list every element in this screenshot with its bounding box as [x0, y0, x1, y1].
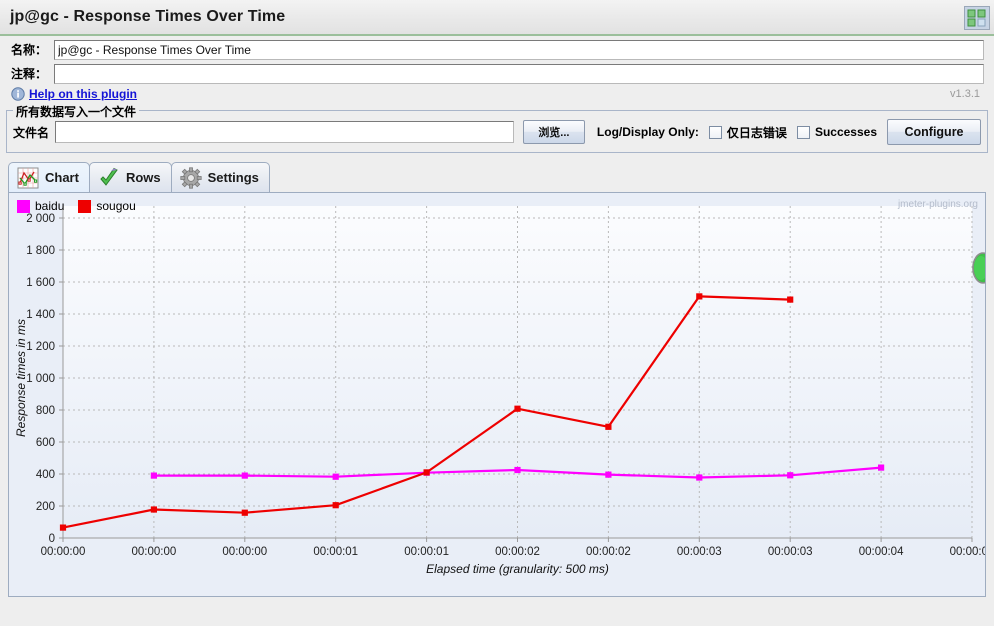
tab-settings-label: Settings — [207, 170, 259, 185]
chart-plot[interactable]: 0 200 400 600 800 1 000 1 200 1 400 1 600 1 800 2 … — [9, 193, 985, 596]
svg-text:1 200: 1 200 — [26, 341, 55, 353]
title-bar: jp@gc - Response Times Over Time — [0, 0, 994, 36]
comment-row: 注释： — [2, 63, 992, 84]
comment-label: 注释： — [11, 67, 48, 81]
tab-rows[interactable]: Rows — [88, 162, 172, 192]
svg-text:200: 200 — [36, 501, 55, 513]
svg-text:600: 600 — [36, 437, 55, 449]
svg-text:1 800: 1 800 — [26, 245, 55, 257]
browse-button[interactable]: 浏览... — [522, 120, 585, 144]
svg-text:00:00:04: 00:00:04 — [859, 546, 904, 558]
name-input[interactable] — [54, 39, 984, 60]
chart-watermark: jmeter-plugins.org — [897, 199, 978, 210]
filename-label: 文件名 — [13, 125, 50, 140]
help-row: Help on this plugin v1.3.1 — [2, 84, 992, 104]
comment-input[interactable] — [54, 63, 984, 84]
svg-text:Elapsed time (granularity: 500: Elapsed time (granularity: 500 ms) — [426, 562, 609, 576]
tab-chart[interactable]: Chart — [8, 162, 90, 192]
legend-item-sougou[interactable]: sougou — [78, 199, 136, 213]
svg-text:1 000: 1 000 — [26, 373, 55, 385]
puzzle-piece-icon[interactable] — [964, 6, 990, 30]
help-on-this-plugin-link[interactable]: Help on this plugin — [29, 87, 137, 101]
tab-bar: Chart Rows Settings — [8, 162, 986, 192]
version-label: v1.3.1 — [950, 88, 980, 100]
svg-text:0: 0 — [49, 533, 55, 545]
chart-panel: baidu sougou jmeter-plugins.org 0 200 400 6… — [8, 192, 986, 597]
name-label: 名称： — [11, 43, 48, 57]
form-area: 名称： 注释： Help on this plugin v1.3.1 — [0, 39, 994, 104]
successes-checkbox[interactable] — [796, 125, 810, 139]
svg-text:00:00:02: 00:00:02 — [495, 546, 540, 558]
svg-text:00:00:01: 00:00:01 — [313, 546, 358, 558]
legend-label-sougou: sougou — [96, 199, 136, 213]
svg-text:Response times in ms: Response times in ms — [14, 319, 28, 437]
errors-only-checkbox[interactable] — [708, 125, 722, 139]
window-title: jp@gc - Response Times Over Time — [10, 8, 286, 25]
tab-settings[interactable]: Settings — [170, 162, 270, 192]
bottom-strip — [0, 618, 994, 626]
svg-text:00:00:00: 00:00:00 — [41, 546, 86, 558]
svg-text:00:00:00: 00:00:00 — [222, 546, 267, 558]
write-all-data-legend: 所有数据写入一个文件 — [13, 103, 140, 120]
chart-legend: baidu sougou — [17, 199, 144, 213]
svg-text:00:00:02: 00:00:02 — [586, 546, 631, 558]
gear-icon — [180, 166, 202, 189]
legend-label-baidu: baidu — [35, 199, 65, 213]
legend-swatch-baidu — [17, 199, 30, 213]
configure-button[interactable]: Configure — [887, 119, 981, 145]
svg-text:800: 800 — [36, 405, 55, 417]
svg-text:00:00:01: 00:00:01 — [404, 546, 449, 558]
errors-only-label: 仅日志错误 — [726, 125, 787, 140]
successes-checkbox-wrap[interactable]: Successes — [796, 125, 877, 139]
puzzle-piece-glyph — [967, 9, 986, 27]
legend-swatch-sougou — [78, 199, 92, 213]
name-row: 名称： — [2, 39, 992, 60]
svg-text:00:00:04: 00:00:04 — [950, 546, 985, 558]
tab-rows-label: Rows — [125, 170, 161, 185]
svg-text:00:00:00: 00:00:00 — [132, 546, 177, 558]
svg-text:00:00:03: 00:00:03 — [768, 546, 813, 558]
filename-input[interactable] — [55, 121, 514, 143]
svg-text:400: 400 — [36, 469, 55, 481]
svg-text:1 600: 1 600 — [26, 277, 55, 289]
chart-icon — [17, 167, 39, 188]
log-display-only-label: Log/Display Only: — [596, 125, 699, 139]
tab-chart-label: Chart — [45, 170, 79, 185]
legend-item-baidu[interactable]: baidu — [17, 199, 64, 213]
errors-only-checkbox-wrap[interactable]: 仅日志错误 — [708, 124, 787, 141]
svg-text:1 400: 1 400 — [26, 309, 55, 321]
svg-text:2 000: 2 000 — [26, 213, 55, 225]
info-icon — [11, 87, 25, 101]
filename-row: 文件名 浏览... Log/Display Only: 仅日志错误 Succes… — [13, 119, 981, 145]
successes-label: Successes — [814, 125, 877, 139]
write-all-data-group: 所有数据写入一个文件 文件名 浏览... Log/Display Only: 仅… — [6, 103, 988, 153]
green-check-icon — [100, 167, 118, 186]
plugin-window: jp@gc - Response Times Over Time 名称： 注释： — [0, 0, 994, 626]
scroll-knob-icon[interactable] — [972, 251, 986, 285]
svg-text:00:00:03: 00:00:03 — [677, 546, 722, 558]
